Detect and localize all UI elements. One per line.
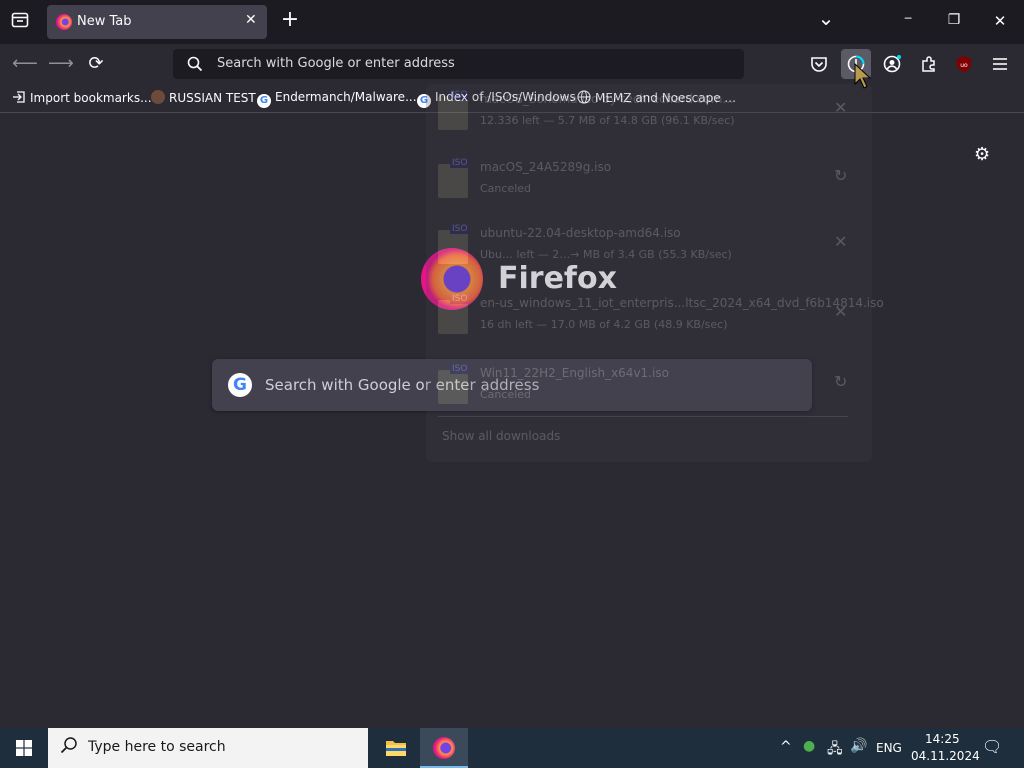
taskbar-search-placeholder: Type here to search <box>88 739 226 755</box>
show-all-downloads-button[interactable]: Show all downloads <box>442 429 560 443</box>
pocket-button[interactable] <box>810 55 828 73</box>
firefox-icon <box>433 737 455 759</box>
account-button[interactable] <box>883 55 901 73</box>
app-menu-button[interactable] <box>992 56 1008 70</box>
people-tray-icon[interactable]: ● <box>803 738 815 754</box>
firefox-view-icon <box>11 12 29 28</box>
windows-taskbar: Type here to search ^ ● 🖧 🔊 ENG 14:25 04… <box>0 728 1024 768</box>
taskbar-firefox[interactable] <box>420 728 468 768</box>
download-filename: en-us_windows_11_iot_enterpris...ltsc_20… <box>480 296 884 310</box>
forward-button[interactable]: ⟶ <box>48 52 74 76</box>
download-item[interactable]: ISO macOS_24A5289g.iso Canceled ↻ <box>438 152 858 218</box>
new-tab-button[interactable]: + <box>280 8 300 32</box>
download-filename: Win11_22H2_English_x64v1.iso <box>480 366 669 380</box>
download-item[interactable]: ISO Win11_22H2_English_x64v1.iso Cancele… <box>438 358 858 424</box>
retry-download-icon[interactable]: ↻ <box>834 372 847 391</box>
download-status: Canceled <box>480 388 532 401</box>
iso-file-icon <box>438 164 468 198</box>
cancel-download-icon[interactable]: ✕ <box>834 98 847 117</box>
iso-badge: ISO <box>450 224 470 234</box>
network-icon[interactable]: 🖧 <box>827 738 843 762</box>
iso-file-icon <box>438 96 468 130</box>
notifications-icon[interactable]: 🗨 <box>982 737 1002 756</box>
svg-text:uo: uo <box>960 62 968 69</box>
folder-icon <box>386 741 406 756</box>
bookmark-import[interactable]: Import bookmarks... <box>12 90 152 108</box>
iso-file-icon <box>438 230 468 264</box>
cancel-download-icon[interactable]: ✕ <box>834 302 847 321</box>
site-icon <box>151 90 165 104</box>
taskbar-file-explorer[interactable] <box>372 728 420 768</box>
windows-logo-icon <box>16 740 32 756</box>
download-item[interactable]: ISO macOS_Sonoma.iso by techrechard.com.… <box>438 84 858 150</box>
start-button[interactable] <box>0 728 48 768</box>
tab-close-icon[interactable]: ✕ <box>245 12 257 28</box>
show-hidden-icons-icon[interactable]: ^ <box>780 739 792 755</box>
taskbar-search-box[interactable]: Type here to search <box>48 728 368 768</box>
download-status: 16 dh left — 17.0 MB of 4.2 GB (48.9 KB/… <box>480 318 728 331</box>
firefox-tab-icon <box>56 14 72 30</box>
clock-date[interactable]: 04.11.2024 <box>911 749 980 763</box>
list-all-tabs-button[interactable]: ⌄ <box>816 6 836 30</box>
bookmark-label: Endermanch/Malware... <box>275 90 417 104</box>
pocket-icon <box>811 57 827 72</box>
downloads-panel: ISO macOS_Sonoma.iso by techrechard.com.… <box>426 84 884 462</box>
google-icon: G <box>257 94 271 108</box>
download-item[interactable]: ISO ubuntu-22.04-desktop-amd64.iso Ubu… … <box>438 218 858 284</box>
bookmark-label: RUSSIAN TEST <box>169 91 256 105</box>
ublock-origin-button[interactable]: uo <box>955 55 973 73</box>
google-icon: G <box>228 373 252 397</box>
iso-badge: ISO <box>450 364 470 374</box>
iso-badge: ISO <box>450 294 470 304</box>
import-icon <box>12 90 26 104</box>
address-bar[interactable]: Search with Google or enter address <box>173 49 744 79</box>
ublock-shield-icon: uo <box>957 56 971 72</box>
iso-file-icon <box>438 370 468 404</box>
minimize-button[interactable]: ─ <box>898 12 918 32</box>
mouse-cursor <box>853 62 875 94</box>
address-bar-placeholder: Search with Google or enter address <box>217 56 455 71</box>
hamburger-menu-icon <box>993 58 1007 70</box>
extensions-button[interactable] <box>920 55 938 73</box>
iso-file-icon <box>438 300 468 334</box>
bookmark-label: Import bookmarks... <box>30 91 152 105</box>
download-status: Ubu… left — 2…→ MB of 3.4 GB (55.3 KB/se… <box>480 248 732 261</box>
iso-badge: ISO <box>450 90 470 100</box>
volume-icon[interactable]: 🔊 <box>850 738 867 754</box>
account-icon <box>883 55 901 73</box>
iso-badge: ISO <box>450 158 470 168</box>
bookmark-endermanch[interactable]: G Endermanch/Malware... <box>257 90 417 108</box>
maximize-button[interactable]: ❐ <box>944 12 964 32</box>
download-filename: macOS_Sonoma.iso by techrechard.com... <box>480 92 734 106</box>
back-button[interactable]: ⟵ <box>12 52 38 76</box>
tab-strip: New Tab ✕ + ⌄ ─ ❐ ✕ <box>0 0 1024 44</box>
search-icon <box>187 56 203 76</box>
tab-new-tab[interactable]: New Tab ✕ <box>47 5 267 39</box>
reload-button[interactable]: ⟳ <box>84 52 108 76</box>
download-filename: ubuntu-22.04-desktop-amd64.iso <box>480 226 681 240</box>
tab-title: New Tab <box>77 14 132 29</box>
personalize-gear-icon[interactable]: ⚙ <box>974 144 990 165</box>
download-filename: macOS_24A5289g.iso <box>480 160 612 174</box>
puzzle-icon <box>922 56 935 72</box>
download-status: 12.336 left — 5.7 MB of 14.8 GB (96.1 KB… <box>480 114 735 127</box>
language-indicator[interactable]: ENG <box>876 741 902 755</box>
firefox-view-button[interactable] <box>8 12 32 32</box>
download-item[interactable]: ISO en-us_windows_11_iot_enterpris...lts… <box>438 288 884 354</box>
panel-divider <box>438 416 848 417</box>
clock-time[interactable]: 14:25 <box>925 732 960 746</box>
download-status: Canceled <box>480 182 532 195</box>
bookmark-russian-test[interactable]: RUSSIAN TEST <box>151 90 256 108</box>
cancel-download-icon[interactable]: ✕ <box>834 232 847 251</box>
retry-download-icon[interactable]: ↻ <box>834 166 847 185</box>
search-icon <box>60 736 78 759</box>
close-window-button[interactable]: ✕ <box>990 12 1010 32</box>
